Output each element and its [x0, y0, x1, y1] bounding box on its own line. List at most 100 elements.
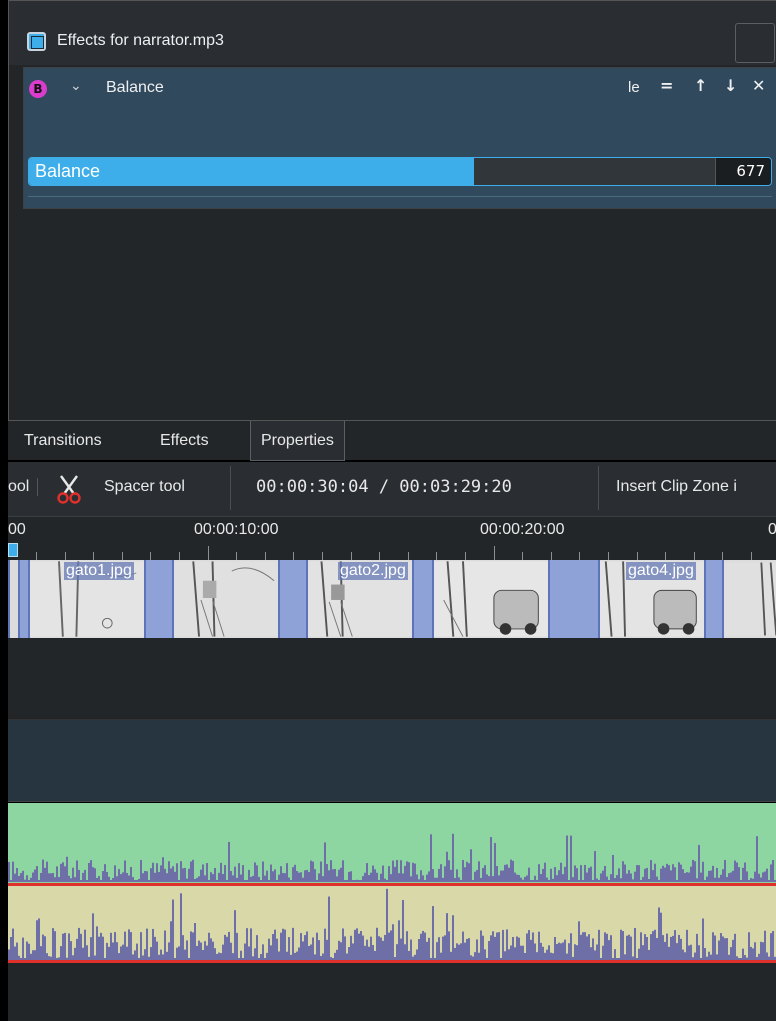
waveform-bar: [458, 877, 460, 882]
ruler-tick: [722, 552, 724, 560]
empty-track[interactable]: [8, 963, 776, 1021]
waveform-bar: [124, 860, 126, 882]
waveform-bar: [176, 863, 178, 882]
waveform-bar: [434, 877, 436, 882]
tab-transitions[interactable]: Transitions: [24, 421, 102, 461]
waveform-bar: [660, 912, 662, 960]
waveform-bar: [632, 879, 634, 882]
waveform-bar: [278, 951, 280, 960]
playhead-marker[interactable]: [8, 543, 18, 557]
waveform-bar: [42, 859, 44, 882]
ruler-label: 0: [768, 521, 776, 538]
empty-track[interactable]: [8, 638, 776, 720]
waveform-bar: [30, 877, 32, 882]
waveform-bar: [24, 958, 26, 960]
timeline-ruler[interactable]: 00 00:00:10:00 00:00:20:00 0: [8, 516, 776, 560]
waveform-bar: [572, 956, 574, 960]
waveform-bar: [82, 872, 84, 882]
waveform-bar: [144, 870, 146, 882]
waveform-bar: [222, 874, 224, 882]
waveform-bar: [342, 928, 344, 960]
waveform-bar: [768, 956, 770, 960]
waveform-bar: [108, 946, 110, 960]
waveform-bar: [40, 872, 42, 882]
move-up-icon[interactable]: ↑: [694, 76, 707, 95]
waveform-bar: [424, 932, 426, 960]
empty-track[interactable]: [8, 720, 776, 802]
waveform-bar: [718, 877, 720, 882]
waveform-bar: [54, 931, 56, 960]
move-down-icon[interactable]: ↓: [724, 76, 737, 95]
ruler-tick: [322, 552, 323, 560]
waveform-bar: [150, 868, 152, 882]
waveform-bar: [758, 873, 760, 882]
waveform-bar: [346, 880, 348, 882]
waveform-bar: [254, 948, 256, 960]
waveform-bar: [630, 936, 632, 960]
keyframe-toggle-icon[interactable]: le: [628, 79, 640, 96]
waveform-bar: [752, 878, 754, 882]
balance-slider[interactable]: Balance 677: [28, 157, 772, 186]
waveform-bar: [556, 875, 558, 882]
clip-label: gato4.jpg: [626, 562, 696, 580]
waveform-bar: [654, 863, 656, 882]
close-icon[interactable]: ✕: [752, 76, 765, 95]
waveform-bar: [418, 939, 420, 960]
waveform-bar: [64, 932, 66, 960]
waveform-bar: [470, 955, 472, 960]
tab-effects[interactable]: Effects: [160, 421, 209, 461]
waveform-bar: [46, 861, 48, 882]
waveform-bar: [174, 958, 176, 960]
waveform-bar: [488, 876, 490, 882]
waveform-bar: [412, 862, 414, 882]
waveform-bar: [414, 954, 416, 960]
waveform-bar: [232, 875, 234, 882]
waveform-bar: [418, 879, 420, 882]
waveform-bar: [716, 867, 718, 882]
waveform-bar: [280, 866, 282, 882]
balance-value-input[interactable]: 677: [715, 158, 771, 185]
spacer-tool-button[interactable]: Spacer tool: [104, 478, 185, 496]
waveform-bar: [258, 876, 260, 882]
waveform-bar: [500, 958, 502, 960]
waveform-bar: [564, 939, 566, 960]
waveform-bar: [274, 929, 276, 960]
waveform-bar: [178, 880, 180, 882]
effect-title-bar[interactable]: B ⌄ Balance le = ↑ ↓ ✕: [24, 68, 776, 108]
tool-button[interactable]: ool: [8, 478, 39, 496]
waveform-bar: [366, 939, 368, 960]
waveform-bar: [434, 958, 436, 960]
waveform-bar: [190, 931, 192, 960]
waveform-bar: [552, 878, 554, 882]
waveform-bar: [154, 872, 156, 882]
waveform-bar: [356, 928, 358, 960]
video-track[interactable]: gato1.jpg gato2.jpg gato4.jpg: [8, 560, 776, 638]
waveform-bar: [526, 933, 528, 960]
waveform-bar: [670, 870, 672, 882]
waveform-bar: [120, 946, 122, 960]
waveform-bar: [54, 877, 56, 882]
waveform-bar: [382, 865, 384, 882]
tab-properties[interactable]: Properties: [250, 421, 345, 461]
waveform-bar: [566, 953, 568, 960]
waveform-bar: [648, 949, 650, 960]
waveform-bar: [202, 950, 204, 960]
waveform-bar: [442, 877, 444, 882]
waveform-bar: [554, 937, 556, 960]
audio-track[interactable]: [8, 803, 776, 883]
effects-enable-checkbox[interactable]: [27, 32, 46, 51]
menu-icon[interactable]: =: [660, 76, 673, 95]
collapse-chevron-icon[interactable]: ⌄: [70, 78, 82, 94]
waveform-bar: [642, 876, 644, 882]
razor-tool-icon[interactable]: [56, 472, 82, 506]
waveform-bar: [208, 932, 210, 960]
insert-clip-zone-button[interactable]: Insert Clip Zone i: [616, 478, 737, 496]
waveform-bar: [606, 933, 608, 960]
waveform-bar: [526, 875, 528, 882]
effect-stack-menu-button[interactable]: [735, 23, 775, 63]
waveform-bar: [244, 943, 246, 960]
waveform-bar: [172, 866, 174, 882]
audio-track-selected[interactable]: [8, 883, 776, 963]
waveform-bar: [522, 879, 524, 882]
waveform-bar: [408, 950, 410, 960]
